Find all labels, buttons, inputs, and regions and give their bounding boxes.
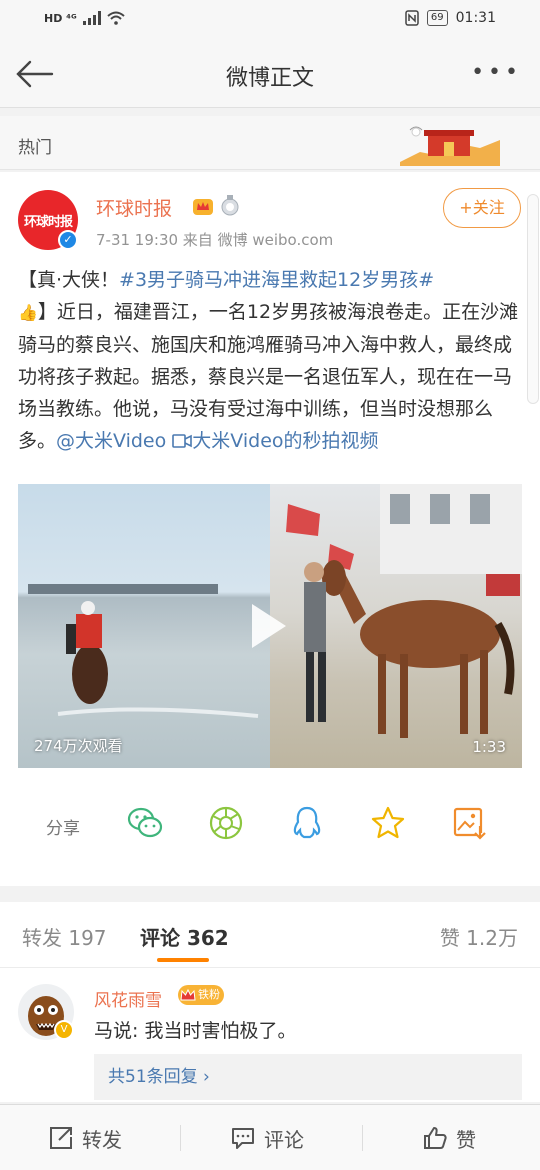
vip-crown-badge-icon [193,199,213,215]
clock: 01:31 [455,10,496,26]
post-meta: 7-31 19:30 来自 微博 weibo.com [96,231,334,249]
follow-button[interactable]: +关注 [443,188,521,228]
repost-label: 转发 [82,1127,122,1152]
like-button[interactable]: 赞 [422,1105,476,1170]
like-label: 赞 [456,1127,476,1152]
repost-icon [50,1127,72,1149]
status-bar: HD ⁴ᴳ 69 01:31 [0,0,540,40]
wifi-icon [107,11,125,25]
verified-badge-icon: ✓ [58,230,78,250]
qzone-star-icon[interactable] [369,804,407,842]
play-button-icon[interactable] [252,604,286,648]
mention-link[interactable]: @大米Video [56,430,166,452]
video-frame-left [18,484,270,768]
video-view-count: 274万次观看 [34,737,123,755]
great-wall-decoration-icon [400,126,500,166]
nav-bar: 微博正文 ••• [0,40,540,108]
video-player[interactable]: 274万次观看 1:33 [18,484,522,768]
comment-icon [232,1128,254,1149]
replies-label: 共51条回复 › [108,1067,210,1087]
iron-fan-badge: 铁粉 [178,985,224,1005]
video-frame-right [270,484,522,768]
share-label: 分享 [46,819,80,839]
comment-label: 评论 [264,1127,304,1152]
tab-comments[interactable]: 评论 362 [140,922,229,951]
repost-button[interactable]: 转发 [48,1105,122,1170]
view-replies-link[interactable]: 共51条回复 › [94,1054,522,1100]
fan-badge-label: 铁粉 [198,988,220,1001]
qq-icon[interactable] [288,804,326,842]
medal-badge-icon [221,195,239,216]
tab-reposts[interactable]: 转发 197 [22,922,107,951]
video-camera-icon [172,434,193,448]
more-options-icon[interactable]: ••• [471,60,522,85]
page-title: 微博正文 [225,66,314,91]
post-content: 【真·大侠！#3男子骑马冲进海里救起12岁男孩# 👍】近日，福建晋江，一名12岁… [18,264,522,457]
comment-item: V 风花雨雪 铁粉 马说: 我当时害怕极了。 共51条回复 › [0,968,540,1102]
interaction-tabs: 转发 197 评论 362 赞 1.2万 [0,902,540,968]
hot-banner[interactable]: 热门 [0,116,540,170]
moments-icon[interactable] [207,804,245,842]
hashtag-link[interactable]: #3男子骑马冲进海里救起12岁男孩# [119,269,434,291]
battery-indicator: 69 [426,10,448,26]
commenter-name[interactable]: 风花雨雪 [94,986,162,1011]
status-right: 69 01:31 [405,10,496,26]
hot-label: 热门 [18,138,52,158]
fan-crown-icon [180,988,196,1001]
wechat-icon[interactable] [126,804,164,842]
separator [180,1125,181,1151]
share-row: 分享 [0,802,540,846]
status-left: HD ⁴ᴳ [44,11,125,25]
thumbs-up-icon [424,1127,447,1149]
author-name[interactable]: 环球时报 [96,194,172,221]
beach-rider-scene-icon [28,584,259,718]
bottom-action-bar: 转发 评论 赞 [0,1104,540,1170]
scrollbar[interactable] [527,194,539,404]
tab-likes[interactable]: 赞 1.2万 [440,922,518,951]
video-link-label: 大米Video的秒拍视频 [192,430,379,452]
video-link[interactable]: 大米Video的秒拍视频 [172,430,379,452]
comment-button[interactable]: 评论 [230,1105,304,1170]
weibo-post-card: 环球时报 ✓ 环球时报 7-31 19:30 来自 微博 weibo.com +… [0,172,540,886]
horse-and-trainer-scene-icon [286,484,522,738]
comment-text: 马说: 我当时害怕极了。 [94,1020,297,1042]
nfc-icon [405,10,419,26]
content-lead: 【真·大侠！ [18,269,120,291]
thumbs-up-emoji-icon: 👍 [18,303,38,322]
network-indicators: HD ⁴ᴳ [44,11,77,25]
signal-icon [82,11,101,25]
commenter-verified-icon: V [54,1020,74,1040]
save-image-icon[interactable] [450,804,488,842]
separator [362,1125,363,1151]
active-tab-indicator [157,958,209,962]
video-duration: 1:33 [472,738,506,756]
